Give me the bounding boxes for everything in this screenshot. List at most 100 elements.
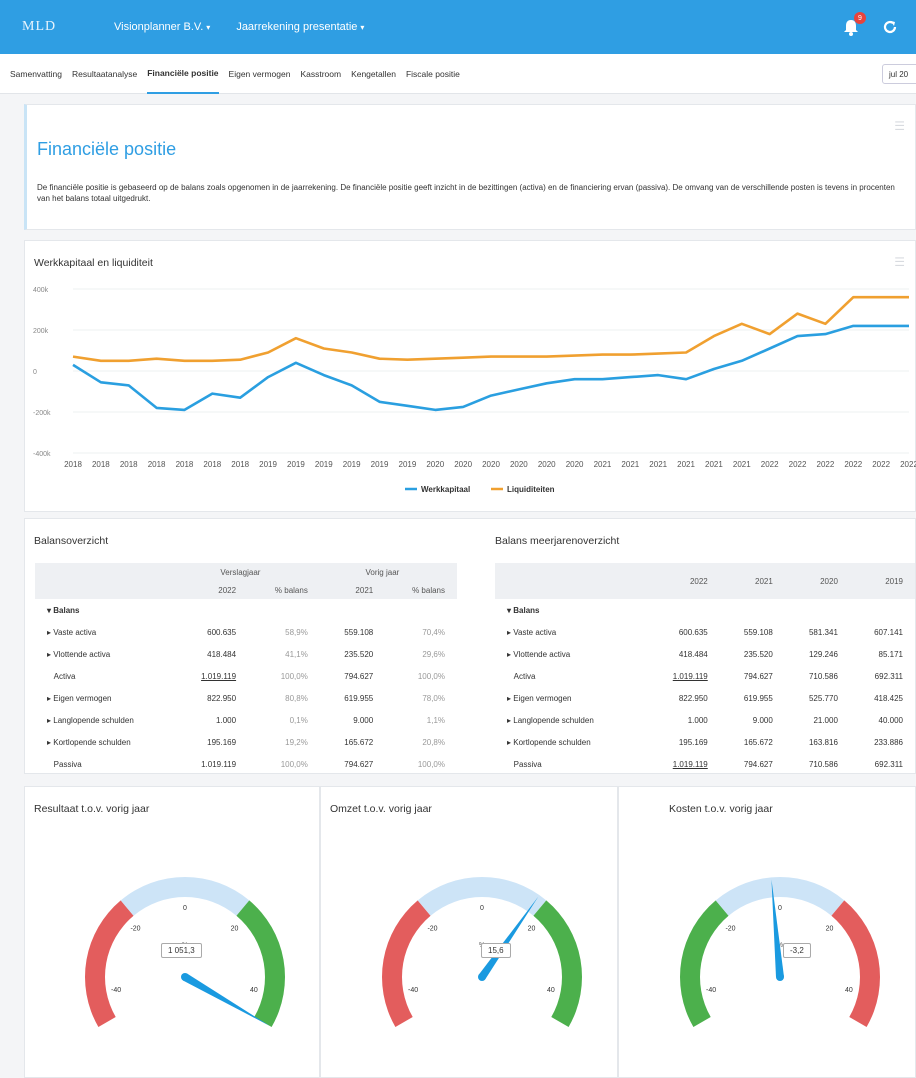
- percent-cell: 1,1%: [426, 715, 445, 725]
- column-header: 2019: [885, 576, 903, 586]
- value-cell: 418.484: [207, 649, 237, 659]
- section-label: ▾ Balans: [47, 605, 80, 615]
- tab-financiele-positie[interactable]: Financiële positie: [147, 54, 219, 94]
- value-cell: 418.484: [678, 649, 708, 659]
- value-cell: 235.520: [743, 649, 773, 659]
- percent-cell: 41,1%: [285, 649, 308, 659]
- notification-badge: 9: [854, 12, 866, 24]
- value-cell: 163.816: [808, 737, 838, 747]
- tab-eigen-vermogen[interactable]: Eigen vermogen: [229, 54, 291, 94]
- x-tick-label: 2019: [287, 460, 305, 469]
- gauge-pivot: [776, 973, 784, 981]
- table-row[interactable]: ▸ Langlopende schulden 1.000 0,1% 9.000 1,1%: [35, 709, 457, 731]
- refresh-icon[interactable]: [882, 19, 898, 35]
- tab-resultaatanalyse[interactable]: Resultaatanalyse: [72, 54, 137, 94]
- row-label: Activa: [513, 671, 536, 681]
- gauge-chart: -40-2002040%: [382, 877, 582, 1027]
- value-cell: 40.000: [878, 715, 903, 725]
- value-cell: 85.171: [878, 649, 903, 659]
- table-section-row[interactable]: ▾ Balans: [35, 599, 457, 621]
- row-label: ▸ Vlottende activa: [507, 649, 571, 659]
- column-header: 2020: [820, 576, 838, 586]
- y-tick-label: -400k: [33, 451, 51, 458]
- column-header: 2022: [689, 576, 708, 586]
- chevron-down-icon: ▾: [360, 22, 365, 32]
- percent-cell: 100,0%: [417, 671, 445, 681]
- value-cell: 822.950: [678, 693, 708, 703]
- series-line-liquiditeiten[interactable]: [72, 295, 909, 363]
- row-label: Activa: [53, 671, 76, 681]
- x-tick-label: 2021: [705, 460, 723, 469]
- value-cell: 794.627: [743, 759, 773, 769]
- value-cell: 1.019.119: [201, 671, 237, 681]
- value-cell: 233.886: [874, 737, 903, 747]
- column-header: % balans: [274, 585, 308, 595]
- table-row[interactable]: ▸ Vaste activa 600.635 58,9% 559.108 70,4%: [35, 621, 457, 643]
- row-label: ▸ Eigen vermogen: [507, 693, 572, 703]
- gauge-card-kosten: Kosten t.o.v. vorig jaar -40 -20 0 20 40% -3…: [618, 786, 916, 1078]
- percent-cell: 100,0%: [280, 671, 308, 681]
- section-label: ▾ Balans: [507, 605, 540, 615]
- werkkapitaal-chart-card: Werkkapitaal en liquiditeit ☰ 400k 200k 0-…: [24, 240, 916, 512]
- gauge-value: -3,2: [783, 943, 811, 958]
- tab-fiscale-positie[interactable]: Fiscale positie: [406, 54, 460, 94]
- hamburger-icon[interactable]: ☰: [894, 119, 905, 133]
- gauge-tick-label: -40: [408, 987, 418, 994]
- gauge-value: 15,6: [481, 943, 511, 958]
- tab-kengetallen[interactable]: Kengetallen: [351, 54, 396, 94]
- column-header: % balans: [412, 585, 445, 595]
- value-cell: 165.672: [344, 737, 374, 747]
- notifications-button[interactable]: 9: [842, 12, 866, 36]
- report-selector[interactable]: Jaarrekening presentatie ▾: [236, 21, 364, 33]
- table-row[interactable]: ▸ Eigen vermogen 822.950 80,8% 619.955 78,0%: [35, 687, 457, 709]
- gauge-needle: [183, 973, 270, 1026]
- table-row[interactable]: ▸ Vlottende activa 418.484 235.520 129.246 8…: [495, 643, 915, 665]
- table-row[interactable]: ▸ Eigen vermogen 822.950 619.955 525.770 418…: [495, 687, 915, 709]
- period-selector[interactable]: jul 20: [882, 64, 916, 84]
- gauge-band-green: [236, 900, 285, 1027]
- percent-cell: 29,6%: [422, 649, 445, 659]
- row-label: ▸ Kortlopende schulden: [507, 737, 591, 747]
- gauge-tick-label: 0: [183, 905, 187, 912]
- table-row[interactable]: ▸ Vlottende activa 418.484 41,1% 235.520 29,…: [35, 643, 457, 665]
- percent-cell: 70,4%: [422, 627, 445, 637]
- x-tick-label: 2020: [566, 460, 584, 469]
- x-tick-label: 2019: [315, 460, 333, 469]
- x-tick-label: 2020: [510, 460, 528, 469]
- gauge-band-green: [680, 900, 729, 1027]
- percent-cell: 19,2%: [285, 737, 308, 747]
- gauge-card-resultaat: Resultaat t.o.v. vorig jaar -40-2002040%…: [24, 786, 320, 1078]
- company-selector[interactable]: Visionplanner B.V. ▾: [114, 21, 210, 33]
- gauge-value: 1 051,3: [161, 943, 202, 958]
- gauge-chart: -40-2002040%: [680, 877, 880, 1027]
- value-cell: 710.586: [808, 671, 838, 681]
- table-row[interactable]: ▸ Langlopende schulden 1.000 9.000 21.000 40…: [495, 709, 915, 731]
- value-cell: 9.000: [752, 715, 773, 725]
- tab-kasstroom[interactable]: Kasstroom: [300, 54, 341, 94]
- x-tick-label: 2018: [148, 460, 166, 469]
- table-row[interactable]: ▸ Kortlopende schulden 195.169 19,2% 165.67…: [35, 731, 457, 753]
- y-tick-label: 0: [33, 369, 37, 376]
- value-cell: 559.108: [743, 627, 773, 637]
- table-row: Activa 1.019.119 100,0% 794.627 100,0%: [35, 665, 457, 687]
- legend-item[interactable]: Werkkapitaal: [421, 485, 470, 494]
- gauge-tick-label: 40: [547, 987, 555, 994]
- table-section-row[interactable]: ▾ Balans: [495, 599, 915, 621]
- x-tick-label: 2020: [454, 460, 472, 469]
- row-label: ▸ Langlopende schulden: [507, 715, 594, 725]
- gauge-band-red: [85, 900, 134, 1027]
- value-cell: 1.000: [687, 715, 708, 725]
- x-tick-label: 2022: [844, 460, 862, 469]
- line-chart: 400k 200k 0 -200k -400k 2018 2018 2018 2018 2018 2…: [33, 287, 916, 494]
- value-cell: 1.019.119: [672, 759, 708, 769]
- value-cell: 9.000: [353, 715, 374, 725]
- table-row[interactable]: ▸ Kortlopende schulden 195.169 165.672 163.…: [495, 731, 915, 753]
- series-line-werkkapitaal[interactable]: [72, 324, 909, 412]
- x-tick-label: 2021: [733, 460, 751, 469]
- table-row[interactable]: ▸ Vaste activa 600.635 559.108 581.341 607.1…: [495, 621, 915, 643]
- tab-samenvatting[interactable]: Samenvatting: [10, 54, 62, 94]
- percent-cell: 0,1%: [289, 715, 308, 725]
- gauge-tick-label: 40: [845, 987, 853, 994]
- legend-item[interactable]: Liquiditeiten: [507, 485, 555, 494]
- gauge-tick-label: -40: [706, 987, 716, 994]
